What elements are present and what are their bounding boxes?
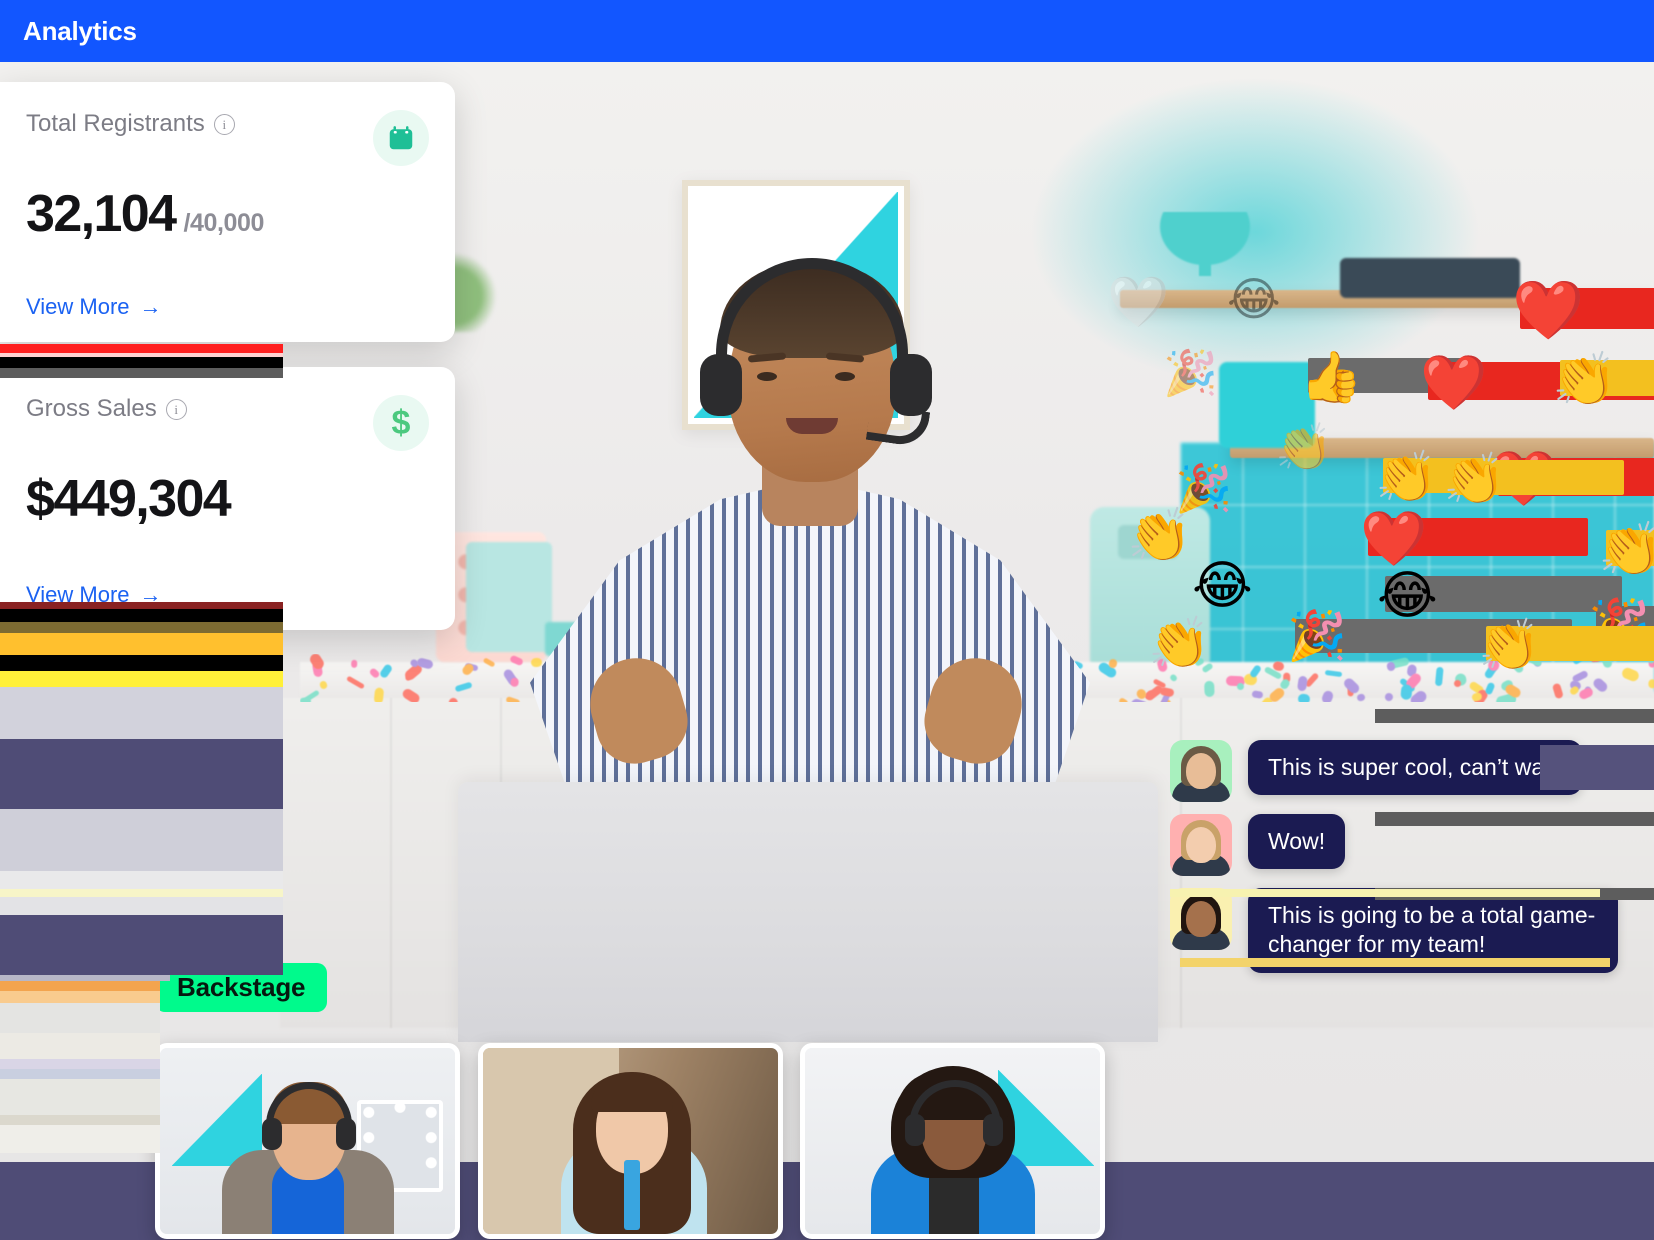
headset-band-icon: [716, 258, 908, 368]
dollar-icon: $: [373, 395, 429, 451]
avatar-man-green: [1170, 740, 1232, 802]
laptop-foreground: [458, 782, 1158, 1042]
glitch-band: [1540, 745, 1654, 790]
glitch-band: [0, 687, 283, 739]
glitch-band: [0, 1033, 160, 1059]
card-value: 32,104 /40,000: [26, 184, 429, 244]
glitch-band: [0, 1003, 160, 1033]
clap-emoji: 👏: [1552, 351, 1617, 409]
card-value-main: $449,304: [26, 470, 232, 528]
glitch-band: [0, 897, 283, 915]
glitch-band: [0, 609, 283, 622]
glitch-band: [0, 1125, 160, 1153]
speaker-mouth: [786, 418, 838, 434]
glitch-band: [0, 1079, 160, 1115]
glitch-band: [0, 915, 283, 975]
chat-message-bubble: Wow!: [1248, 814, 1346, 870]
avatar-woman-pink: [1170, 814, 1232, 876]
party-popper-emoji: 🎉: [1163, 349, 1218, 398]
glitch-band: [0, 1069, 160, 1079]
joy-emoji: 😂: [1192, 557, 1253, 615]
red-heart-emoji: ❤️: [1512, 278, 1585, 343]
top-header-bar: Analytics: [0, 0, 1654, 62]
glitch-band: [0, 871, 283, 889]
glitch-band: [0, 981, 160, 991]
card-value-suffix: /40,000: [183, 209, 265, 237]
glitch-band: [1170, 889, 1600, 897]
glitch-band: [0, 602, 283, 609]
clap-emoji: 👏: [1148, 615, 1211, 671]
glitch-band: [0, 809, 283, 871]
calendar-icon: [373, 110, 429, 166]
glitch-band: [0, 739, 283, 809]
participant-thumb-1[interactable]: [155, 1043, 460, 1239]
arrow-right-icon: →: [139, 294, 162, 319]
avatar-woman-yellow: [1170, 888, 1232, 950]
participant-thumb-2[interactable]: [478, 1043, 783, 1239]
clap-emoji: 👏: [1598, 521, 1654, 579]
card-value: $449,304: [26, 469, 429, 529]
card-label: Total Registrants i: [26, 110, 235, 138]
participant-thumb-3[interactable]: [800, 1043, 1105, 1239]
chat-message-bubble: This is super cool, can’t wait!: [1248, 740, 1583, 796]
clap-emoji: 👏: [1375, 449, 1438, 505]
card-gross-sales[interactable]: Gross Sales i $ $449,304 View More →: [0, 367, 455, 630]
card-value-main: 32,104: [26, 185, 177, 243]
joy-emoji: 😂: [1227, 273, 1281, 325]
main-speaker-video[interactable]: [530, 250, 1090, 812]
page-title: Analytics: [23, 15, 137, 46]
glitch-band: [0, 1059, 160, 1069]
glitch-band: [0, 633, 283, 655]
card-label-text: Gross Sales: [26, 395, 157, 422]
red-heart-emoji: ❤️: [1420, 353, 1488, 413]
glitch-band: [0, 671, 283, 687]
red-heart-emoji: ❤️: [1360, 509, 1428, 569]
clap-emoji: 👏: [1478, 617, 1541, 673]
cake-stand-decor: [1145, 212, 1265, 278]
headset-cup-left-icon: [700, 354, 742, 416]
party-popper-emoji: 🎉: [1175, 462, 1233, 514]
info-circle-icon[interactable]: i: [213, 113, 235, 135]
glitch-band: [0, 1115, 160, 1125]
party-popper-emoji: 🎉: [1287, 610, 1347, 663]
glitch-band: [1375, 709, 1654, 723]
card-label: Gross Sales i: [26, 395, 187, 423]
dark-box-decor: [1340, 258, 1520, 298]
card-label-text: Total Registrants: [26, 110, 205, 137]
glitch-band: [0, 622, 283, 633]
glitch-band: [0, 991, 160, 1003]
view-more-link-registrants[interactable]: View More →: [26, 294, 162, 320]
glitch-band: [0, 357, 283, 368]
white-heart-emoji: 🤍: [1107, 274, 1170, 330]
app-root: 🤍😂❤️🎉👍❤️👏👏🎉👏❤️👏👏❤️👏😂😂🎉👏🎉👏 This is super …: [0, 0, 1654, 1240]
joy-emoji: 😂: [1377, 567, 1438, 625]
glitch-band: [1375, 812, 1654, 826]
thumbs-up-emoji: 👍: [1300, 349, 1363, 405]
glitch-band: [0, 344, 283, 353]
info-circle-icon[interactable]: i: [165, 398, 187, 420]
clap-emoji: 👏: [1443, 451, 1506, 507]
card-total-registrants[interactable]: Total Registrants i 32,104 /40,000 View …: [0, 82, 455, 342]
glitch-band: [1180, 958, 1610, 967]
glitch-band: [0, 368, 283, 378]
participant-thumbnail-strip: [0, 1038, 1654, 1240]
clap-emoji: 👏: [1127, 507, 1192, 565]
glitch-band: [0, 889, 283, 897]
view-more-label: View More: [26, 294, 130, 319]
glitch-band: [0, 655, 283, 671]
clap-emoji: 👏: [1275, 421, 1333, 473]
